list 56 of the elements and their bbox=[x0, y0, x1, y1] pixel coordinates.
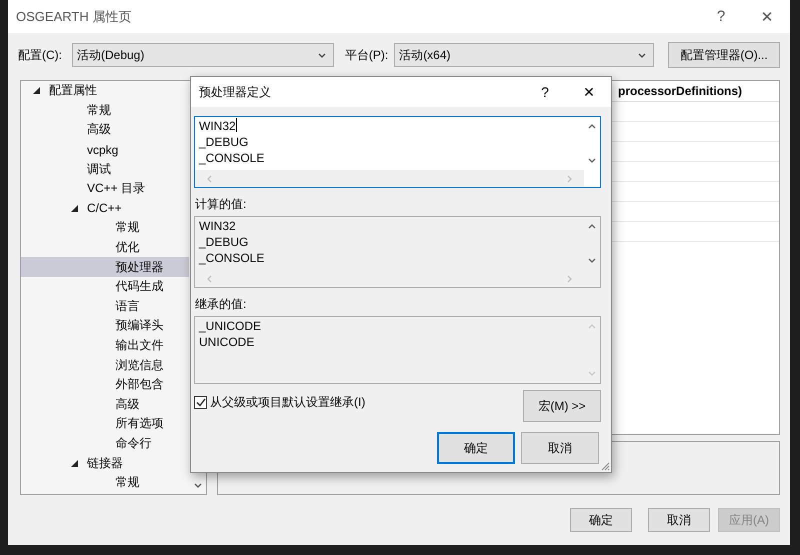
inherit-checkbox[interactable] bbox=[194, 396, 207, 408]
chevron-down-icon bbox=[587, 369, 597, 378]
chevron-down-icon bbox=[316, 50, 327, 60]
dropdown[interactable]: 活动(x64) bbox=[394, 43, 654, 67]
tree-item[interactable]: 高级 bbox=[21, 120, 189, 140]
checkbox-label[interactable]: 从父级或项目默认设置继承(I) bbox=[210, 394, 366, 410]
tree-item[interactable]: 命令行 bbox=[21, 434, 189, 454]
window-title: OSGEARTH 属性页 bbox=[16, 8, 132, 26]
tree-item[interactable]: 优化 bbox=[21, 238, 189, 258]
tree-item[interactable]: 预编译头 bbox=[21, 316, 189, 336]
cancel-button[interactable]: 取消 bbox=[648, 508, 710, 532]
tree-item[interactable]: 链接器 bbox=[21, 453, 189, 473]
checkmark-icon bbox=[196, 398, 206, 406]
ok-button[interactable]: 确定 bbox=[437, 432, 515, 464]
tree-item[interactable]: vcpkg bbox=[21, 140, 189, 160]
chevron-up-icon bbox=[587, 222, 597, 231]
expanded-triangle-icon bbox=[70, 204, 78, 212]
field-label: 配置(C): bbox=[18, 46, 62, 64]
tree-item[interactable]: 外部包含 bbox=[21, 374, 189, 394]
chevron-down-icon bbox=[637, 50, 648, 60]
inherited-values-box: _UNICODE UNICODE bbox=[194, 316, 601, 384]
tree-item[interactable]: 代码生成 bbox=[21, 276, 189, 297]
tree-item[interactable]: 调试 bbox=[21, 159, 189, 179]
chevron-down-icon bbox=[193, 481, 203, 490]
expanded-triangle-icon bbox=[70, 460, 78, 467]
close-button[interactable]: ✕ bbox=[744, 0, 790, 33]
dropdown-value: 活动(x64) bbox=[399, 46, 451, 64]
section-label: 计算的值: bbox=[195, 196, 248, 213]
ok-button[interactable]: 确定 bbox=[570, 508, 632, 532]
expanded-triangle-icon bbox=[32, 87, 40, 94]
chevron-down-icon bbox=[587, 256, 597, 265]
tree-item[interactable]: 常规 bbox=[21, 100, 189, 120]
chevron-down-icon bbox=[587, 156, 597, 165]
tree-item[interactable]: 预处理器 bbox=[21, 257, 189, 277]
tree-item[interactable]: C/C++ bbox=[21, 198, 189, 218]
chevron-up-icon bbox=[587, 122, 597, 131]
tree-item[interactable]: 常规 bbox=[21, 472, 189, 492]
definitions-field[interactable]: WIN32 _DEBUG _CONSOLE bbox=[194, 116, 601, 188]
tree-item[interactable]: 常规 bbox=[21, 218, 189, 238]
tree-item[interactable]: VC++ 目录 bbox=[21, 178, 189, 199]
macro-button[interactable]: 宏(M) >> bbox=[523, 390, 601, 422]
help-button[interactable]: ? bbox=[698, 0, 744, 33]
dropdown-value: 活动(Debug) bbox=[76, 46, 144, 64]
tree-item[interactable]: 语言 bbox=[21, 296, 189, 316]
tree-item[interactable]: 浏览信息 bbox=[21, 355, 189, 375]
dropdown[interactable]: 活动(Debug) bbox=[72, 43, 334, 67]
chevron-up-icon bbox=[587, 322, 597, 331]
tree-item[interactable]: 高级 bbox=[21, 394, 189, 414]
section-label: 继承的值: bbox=[195, 296, 248, 313]
tree-item[interactable]: 配置属性 bbox=[21, 81, 189, 101]
tree-item[interactable]: 输出文件 bbox=[21, 336, 189, 356]
config-manager-button[interactable]: 配置管理器(O)... bbox=[668, 42, 780, 68]
computed-values-box: WIN32 _DEBUG _CONSOLE bbox=[194, 216, 601, 288]
field-label: 平台(P): bbox=[344, 46, 388, 64]
tree-item[interactable]: 所有选项 bbox=[21, 414, 189, 434]
cancel-button[interactable]: 取消 bbox=[521, 432, 599, 464]
